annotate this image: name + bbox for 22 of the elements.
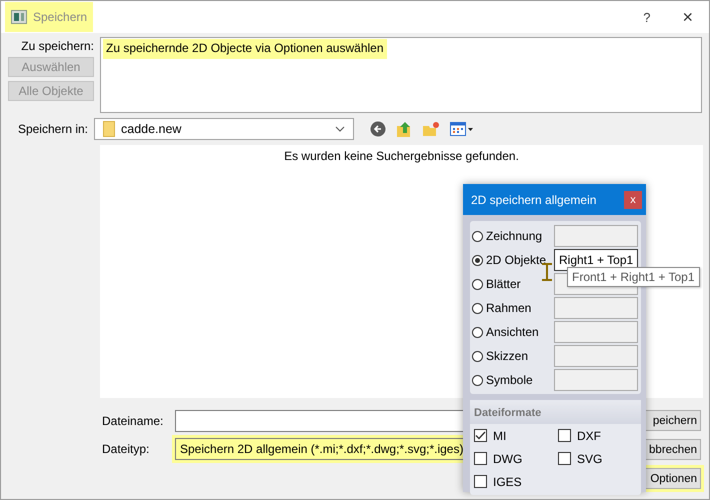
filename-label: Dateiname:: [102, 414, 164, 428]
option-label: Skizzen: [486, 349, 530, 363]
option-label: Blätter: [486, 277, 522, 291]
save-in-label: Speichern in:: [16, 122, 89, 136]
option-label: 2D Objekte: [486, 253, 548, 267]
format-label: IGES: [493, 474, 522, 488]
option-label: Zeichnung: [486, 229, 544, 243]
dialog-title: 2D speichern allgemein: [471, 192, 598, 206]
filetype-label: Dateityp:: [102, 442, 150, 456]
tooltip: Front1 + Right1 + Top1: [567, 267, 700, 287]
selection-text: Zu speichernde 2D Objecte via Optionen auswählen: [103, 39, 386, 59]
no-results-message: Es wurden keine Suchergebnisse gefunden.: [284, 149, 519, 163]
option-label: Rahmen: [486, 301, 532, 315]
window-title: Speichern: [33, 10, 88, 24]
format-label: DXF: [577, 428, 601, 442]
formats-heading: Dateiformate: [474, 407, 542, 419]
format-label: SVG: [577, 452, 602, 466]
save-label: Zu speichern:: [20, 38, 94, 53]
option-label: Symbole: [486, 373, 534, 387]
option-label: Ansichten: [486, 325, 540, 339]
format-label: MI: [493, 428, 506, 442]
format-label: DWG: [493, 452, 522, 466]
